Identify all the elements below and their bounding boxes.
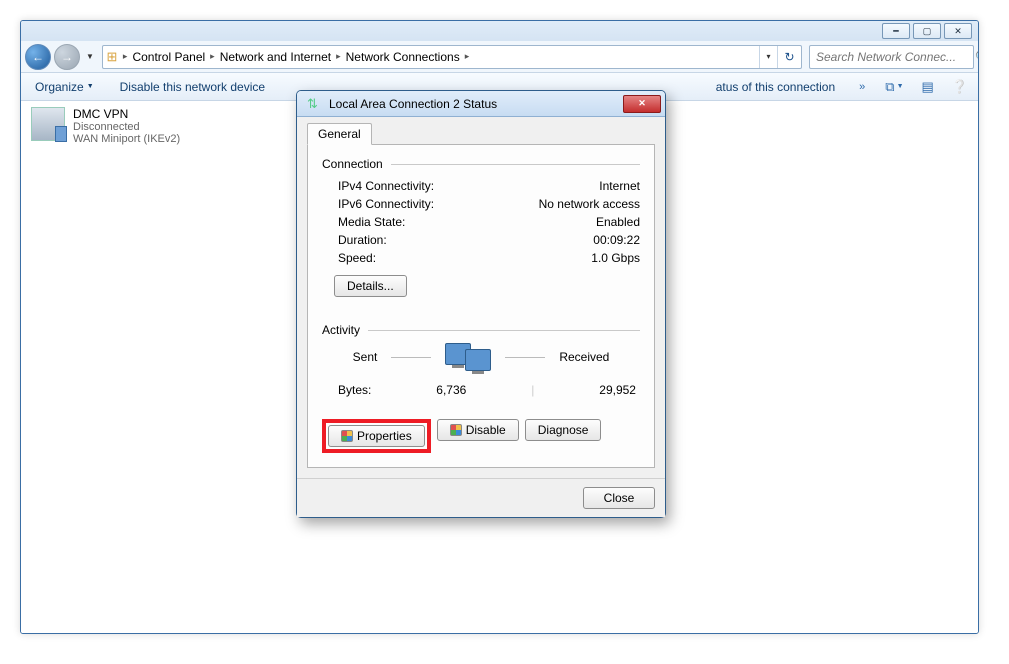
connection-group-label: Connection: [322, 157, 383, 171]
tab-general[interactable]: General: [307, 123, 372, 145]
disable-button[interactable]: Disable: [437, 419, 519, 441]
more-commands-button[interactable]: »: [853, 81, 871, 93]
ipv4-value: Internet: [599, 179, 640, 193]
crumb-control-panel[interactable]: Control Panel: [129, 50, 208, 64]
activity-group-label: Activity: [322, 323, 360, 337]
search-input[interactable]: [814, 49, 975, 65]
duration-label: Duration:: [338, 233, 387, 247]
ipv4-label: IPv4 Connectivity:: [338, 179, 434, 193]
change-view-button[interactable]: ⧉▼: [881, 77, 907, 97]
shield-icon: [450, 424, 462, 436]
bytes-received-value: 29,952: [599, 383, 636, 397]
bytes-sent-value: 6,736: [436, 383, 466, 397]
forward-button[interactable]: →: [54, 44, 80, 70]
properties-label: Properties: [357, 429, 412, 443]
dialog-title: Local Area Connection 2 Status: [329, 97, 623, 111]
close-window-button[interactable]: ✕: [944, 23, 972, 39]
address-dropdown[interactable]: ▾: [759, 46, 777, 68]
crumb-arrow-icon: ▸: [334, 51, 343, 62]
minimize-button[interactable]: ━: [882, 23, 910, 39]
close-button[interactable]: Close: [583, 487, 655, 509]
media-state-label: Media State:: [338, 215, 405, 229]
crumb-network-internet[interactable]: Network and Internet: [217, 50, 334, 64]
sent-label: Sent: [353, 350, 378, 364]
nav-history-dropdown[interactable]: ▼: [83, 52, 97, 61]
network-icon: ⇅: [307, 96, 323, 112]
view-status-partial[interactable]: atus of this connection: [716, 76, 843, 98]
duration-value: 00:09:22: [593, 233, 640, 247]
crumb-arrow-icon: ▸: [121, 51, 130, 62]
maximize-button[interactable]: ▢: [913, 23, 941, 39]
properties-highlight: Properties: [322, 419, 431, 453]
navbar: ← → ▼ ⊞ ▸ Control Panel▸ Network and Int…: [21, 41, 978, 73]
crumb-arrow-icon: ▸: [463, 51, 472, 62]
preview-pane-button[interactable]: ▤: [918, 77, 938, 97]
disable-device-button[interactable]: Disable this network device: [112, 76, 273, 98]
folder-icon: ⊞: [103, 49, 121, 65]
ipv6-label: IPv6 Connectivity:: [338, 197, 434, 211]
organize-label: Organize: [35, 80, 84, 94]
help-button[interactable]: ❔: [948, 77, 972, 97]
speed-value: 1.0 Gbps: [591, 251, 640, 265]
connection-icon: [31, 107, 65, 141]
network-connections-window: ━ ▢ ✕ ← → ▼ ⊞ ▸ Control Panel▸ Network a…: [20, 20, 979, 634]
connection-status: Disconnected: [73, 121, 180, 133]
properties-button[interactable]: Properties: [328, 425, 425, 447]
media-state-value: Enabled: [596, 215, 640, 229]
speed-label: Speed:: [338, 251, 376, 265]
refresh-button[interactable]: ↻: [777, 46, 801, 68]
connection-status-dialog: ⇅ Local Area Connection 2 Status ✕ Gener…: [296, 90, 666, 518]
organize-menu[interactable]: Organize▼: [27, 76, 102, 98]
diagnose-button[interactable]: Diagnose: [525, 419, 602, 441]
address-bar[interactable]: ⊞ ▸ Control Panel▸ Network and Internet▸…: [102, 45, 802, 69]
crumb-arrow-icon: ▸: [208, 51, 217, 62]
disable-label: Disable: [466, 423, 506, 437]
connection-detail: WAN Miniport (IKEv2): [73, 133, 180, 145]
search-icon: 🔍: [975, 50, 979, 64]
crumb-network-connections[interactable]: Network Connections: [343, 50, 463, 64]
bytes-label: Bytes:: [338, 383, 371, 397]
search-box[interactable]: 🔍: [809, 45, 974, 69]
dialog-titlebar[interactable]: ⇅ Local Area Connection 2 Status ✕: [297, 91, 665, 117]
connection-name: DMC VPN: [73, 107, 180, 121]
received-label: Received: [559, 350, 609, 364]
activity-icon: [445, 343, 491, 371]
ipv6-value: No network access: [539, 197, 640, 211]
details-button[interactable]: Details...: [334, 275, 407, 297]
shield-icon: [341, 430, 353, 442]
tab-page: Connection IPv4 Connectivity: Internet IP…: [307, 144, 655, 468]
back-button[interactable]: ←: [25, 44, 51, 70]
dialog-close-button[interactable]: ✕: [623, 95, 661, 113]
window-chrome: ━ ▢ ✕: [21, 21, 978, 41]
